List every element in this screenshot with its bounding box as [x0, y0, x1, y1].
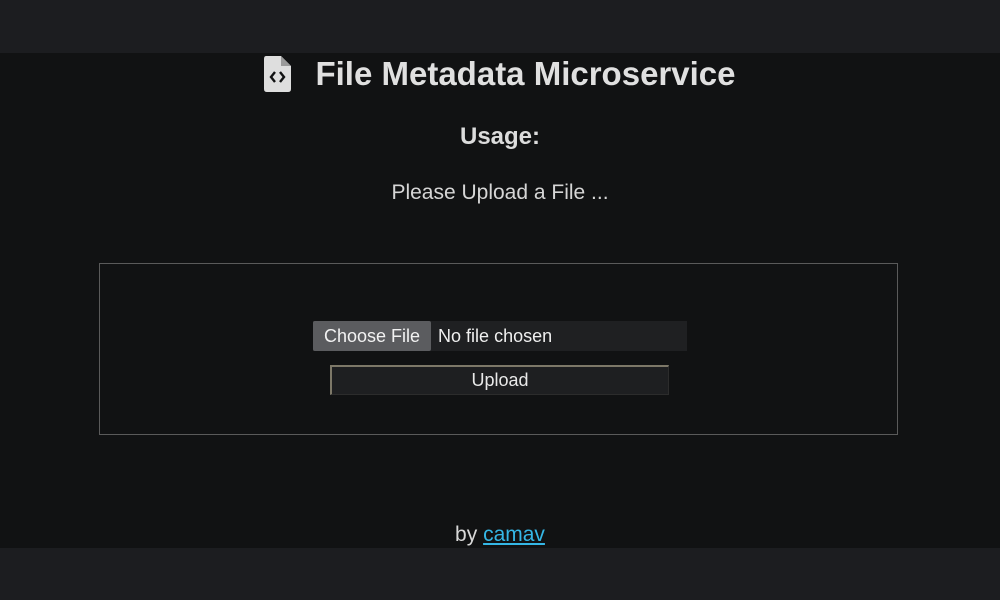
- file-code-icon: [264, 56, 292, 92]
- file-status-text: No file chosen: [438, 325, 553, 346]
- header: File Metadata Microservice: [0, 53, 1000, 95]
- upload-prompt: Please Upload a File ...: [391, 181, 609, 204]
- upload-button[interactable]: Upload: [330, 365, 669, 395]
- file-input[interactable]: Choose File No file chosen: [313, 321, 687, 351]
- usage-heading: Usage:: [459, 123, 541, 150]
- choose-file-button[interactable]: Choose File: [313, 321, 432, 351]
- bottom-band: [0, 548, 1000, 600]
- top-band: [0, 0, 1000, 53]
- main-content: File Metadata Microservice Usage: Please…: [0, 53, 1000, 548]
- footer-by-text: by: [455, 523, 478, 546]
- page-title: File Metadata Microservice: [315, 55, 736, 92]
- footer: by camav: [0, 523, 1000, 547]
- author-link[interactable]: camav: [483, 523, 545, 546]
